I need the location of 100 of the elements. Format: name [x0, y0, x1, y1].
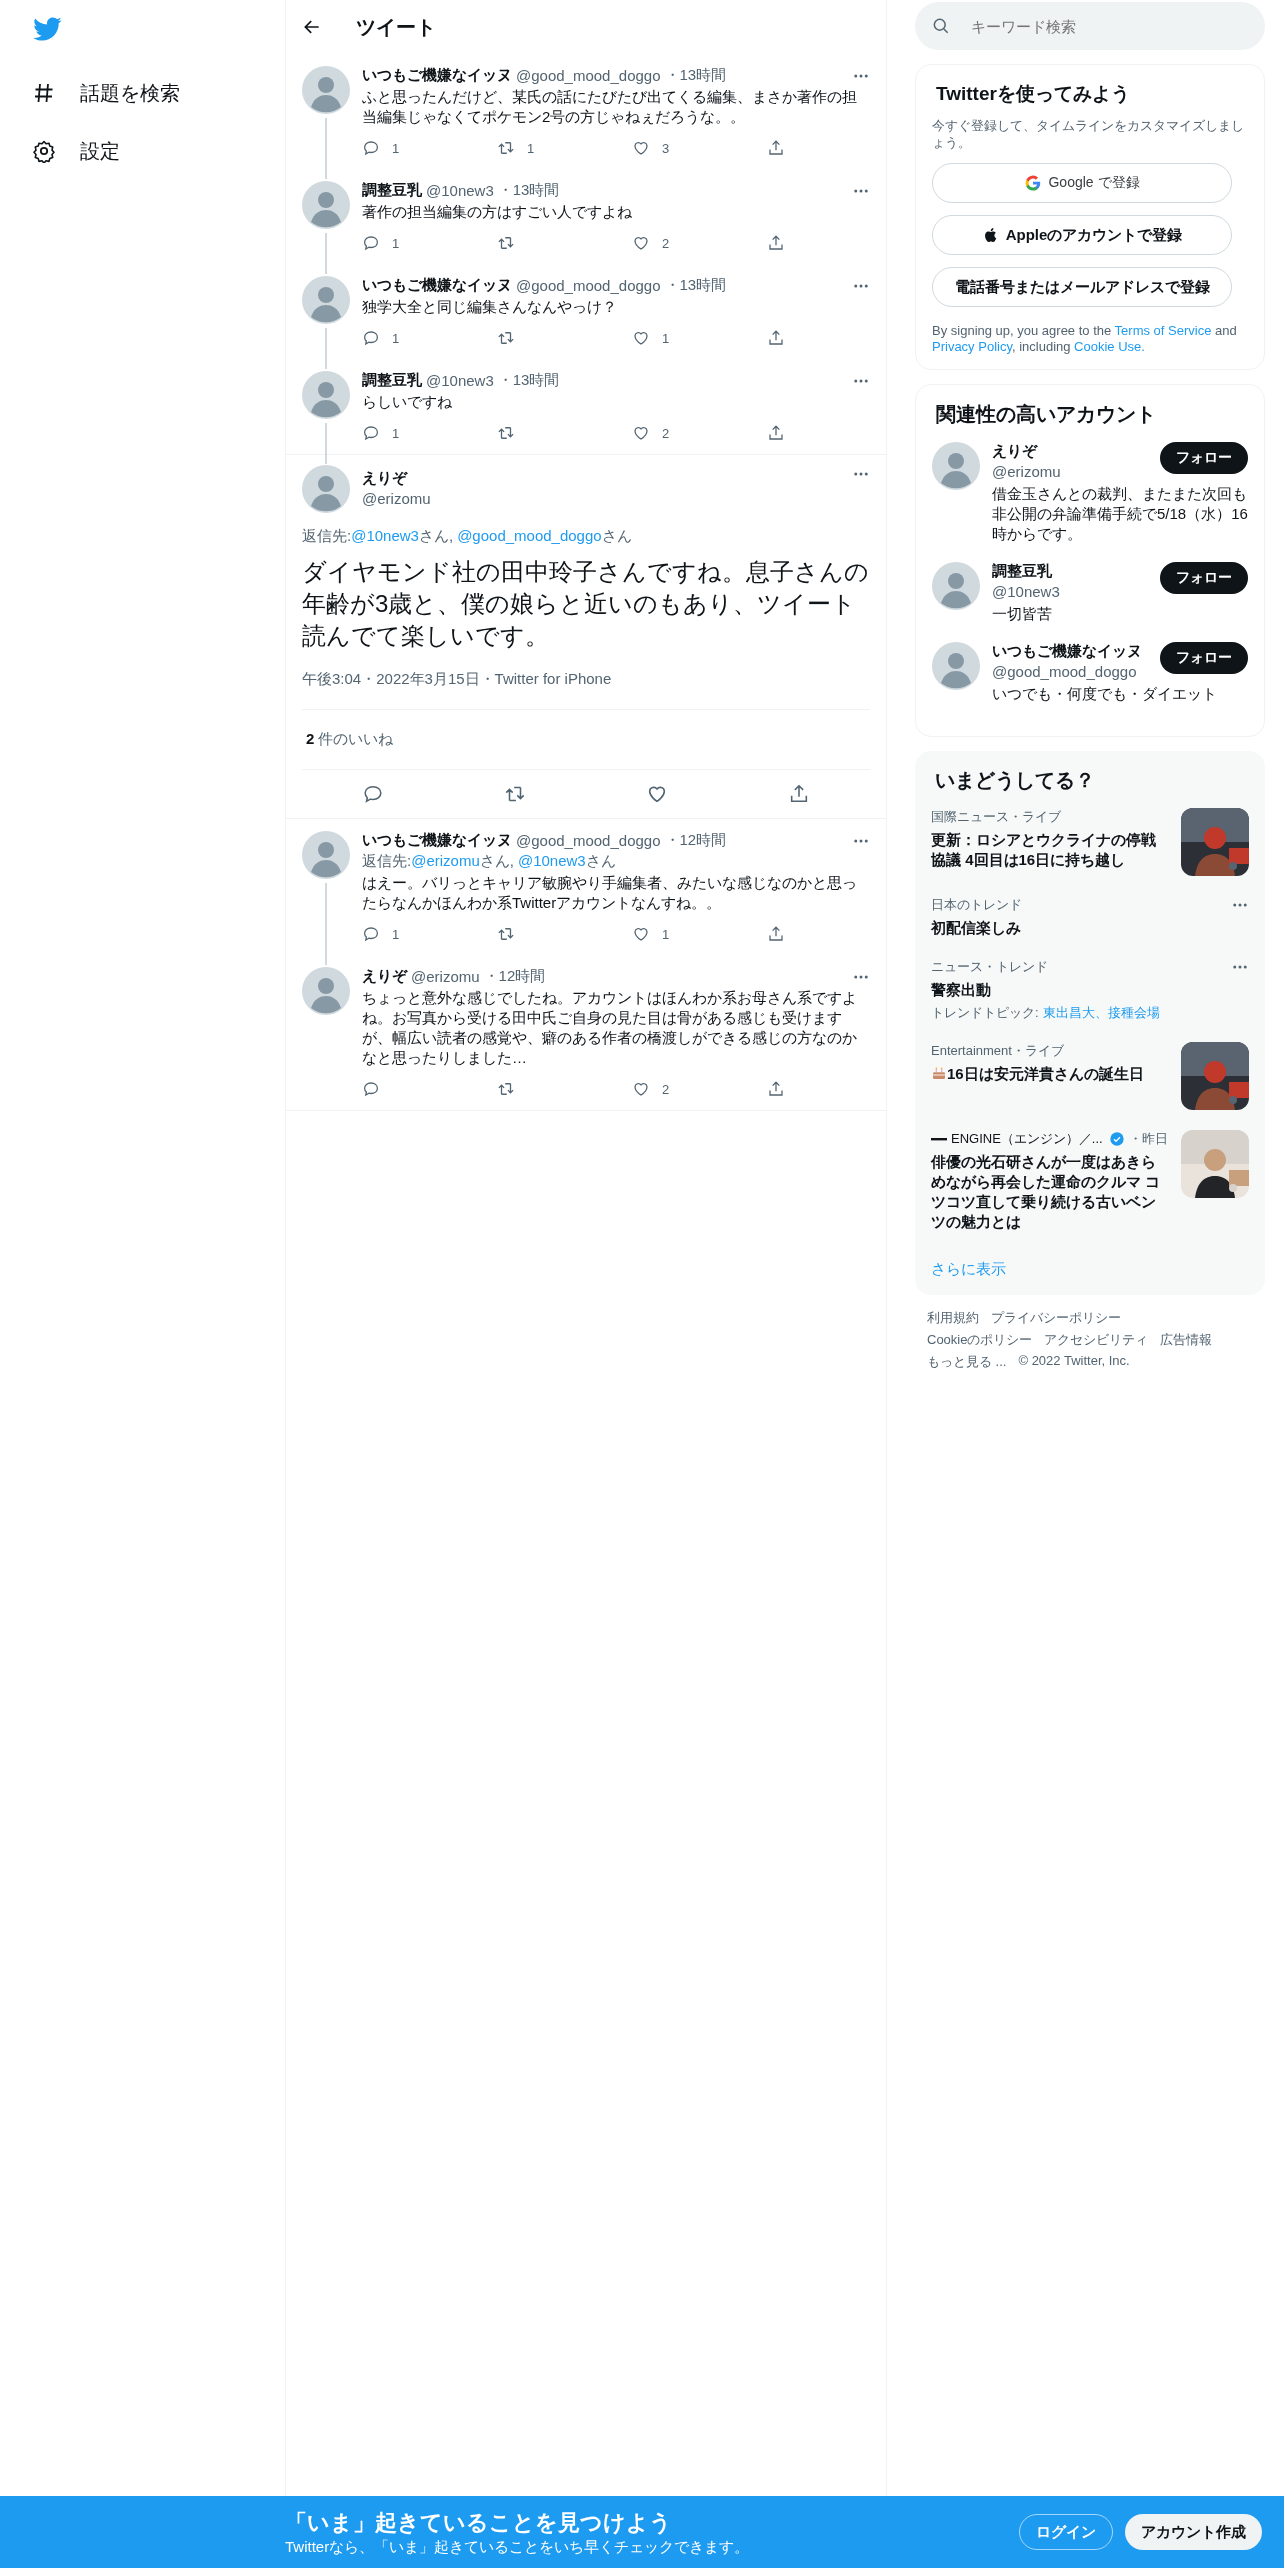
signup-button[interactable]: アカウント作成	[1125, 2514, 1262, 2550]
share-icon[interactable]	[767, 329, 785, 347]
legal-text: By signing up, you agree to the Terms of Service and Privacy Policy, including Cookie Use.	[932, 323, 1238, 355]
avatar[interactable]	[302, 181, 350, 229]
heart-icon[interactable]	[632, 925, 650, 943]
avatar[interactable]	[302, 66, 350, 114]
user-bio: いつでも・何度でも・ダイエット	[992, 684, 1218, 704]
avatar[interactable]	[302, 465, 350, 513]
user-name[interactable]: 調整豆乳	[362, 371, 422, 390]
footer-link[interactable]: Cookieのポリシー	[927, 1331, 1033, 1349]
user-name[interactable]: 調整豆乳	[992, 562, 1060, 581]
search-field[interactable]: キーワード検索	[915, 2, 1265, 50]
retweet-icon[interactable]	[497, 424, 515, 442]
banner-subtitle: Twitterなら、「いま」起きていることをいち早くチェックできます。	[285, 2537, 751, 2557]
heart-icon[interactable]	[632, 424, 650, 442]
trend-item[interactable]: 国際ニュース・ライブ 更新：ロシアとウクライナの停戦協議 4回目は16日に持ち越し	[931, 808, 1249, 876]
user-name[interactable]: いつもご機嫌なイッヌ	[362, 66, 512, 85]
tweet-time[interactable]: ・12時間	[483, 967, 546, 986]
avatar[interactable]	[932, 442, 980, 490]
avatar[interactable]	[302, 276, 350, 324]
user-handle: @10new3	[426, 372, 494, 389]
trend-item[interactable]: ENGINE（エンジン）／... ・昨日 俳優の光石研さんが一度はあきらめながら再会した運命のクルマ コツコツ直して乗り続ける古いベンツの魅力とは	[931, 1130, 1249, 1232]
user-bio: 一切皆苦	[992, 604, 1053, 624]
reply-icon[interactable]	[362, 329, 380, 347]
retweet-icon[interactable]	[497, 925, 515, 943]
user-name[interactable]: 調整豆乳	[362, 181, 422, 200]
avatar[interactable]	[302, 831, 350, 879]
google-logo-icon	[1024, 174, 1043, 192]
search-icon	[931, 16, 951, 36]
trend-item[interactable]: Entertainment・ライブ 16日は安元洋貴さんの誕生日	[931, 1042, 1249, 1110]
tweet-text: らしいですね	[362, 392, 453, 412]
share-icon[interactable]	[767, 1080, 785, 1098]
reply-icon[interactable]	[362, 925, 380, 943]
trend-category: ニュース・トレンド	[931, 958, 1048, 976]
share-icon[interactable]	[767, 424, 785, 442]
footer-link[interactable]: 利用規約	[927, 1309, 979, 1327]
share-icon[interactable]	[767, 234, 785, 252]
tweet-meta[interactable]: 午後3:04・2022年3月15日・Twitter for iPhone	[302, 670, 870, 710]
tweet-time[interactable]: ・13時間	[664, 66, 727, 85]
retweet-icon[interactable]	[497, 1080, 515, 1098]
tweet-time[interactable]: ・13時間	[497, 181, 560, 200]
heart-icon[interactable]	[632, 1080, 650, 1098]
banner-title: 「いま」起きていることを見つけよう	[285, 2508, 673, 2537]
follow-button[interactable]: フォロー	[1160, 642, 1248, 674]
like-label[interactable]: 件のいいね	[318, 730, 394, 749]
footer-link[interactable]: プライバシーポリシー	[991, 1309, 1121, 1327]
user-name[interactable]: えりぞ	[362, 967, 407, 986]
heart-icon[interactable]	[632, 139, 650, 157]
nav-item[interactable]: 話題を検索	[32, 64, 180, 122]
reply-icon[interactable]	[362, 1080, 380, 1098]
user-name[interactable]: いつもご機嫌なイッヌ	[362, 276, 512, 295]
user-name[interactable]: いつもご機嫌なイッヌ	[362, 831, 512, 850]
card-subtitle: 今すぐ登録して、タイムラインをカスタマイズしましょう。	[932, 117, 1245, 151]
trend-title: 警察出動	[931, 981, 991, 998]
trend-category: 国際ニュース・ライブ	[931, 808, 1061, 826]
signup-button[interactable]: Google で登録	[932, 163, 1232, 203]
reply-icon[interactable]	[362, 234, 380, 252]
like-count: 2	[662, 1081, 670, 1097]
tweet-time[interactable]: ・13時間	[497, 371, 560, 390]
reply-icon[interactable]	[362, 783, 384, 805]
avatar[interactable]	[932, 562, 980, 610]
mention-suffix: さん	[601, 527, 632, 544]
like-count[interactable]: 2	[306, 730, 315, 749]
trend-item[interactable]: ニュース・トレンド 警察出動 トレンドトピック: 東出昌大、接種会場	[931, 958, 1249, 1022]
signup-button[interactable]: Appleのアカウントで登録	[932, 215, 1232, 255]
reply-count: 1	[392, 140, 400, 156]
avatar[interactable]	[302, 967, 350, 1015]
footer-link[interactable]: 広告情報	[1160, 1331, 1213, 1349]
footer-link[interactable]: © 2022 Twitter, Inc.	[1018, 1353, 1130, 1371]
signup-button[interactable]: 電話番号またはメールアドレスで登録	[932, 267, 1232, 307]
hashtag-icon	[32, 81, 56, 105]
tweet-time[interactable]: ・12時間	[664, 831, 727, 850]
avatar[interactable]	[932, 642, 980, 690]
nav-item[interactable]: 設定	[32, 122, 120, 180]
trend-category: Entertainment・ライブ	[931, 1042, 1064, 1060]
share-icon[interactable]	[788, 783, 810, 805]
user-name[interactable]: えりぞ	[992, 442, 1061, 461]
mention-suffix: さん,	[479, 852, 514, 869]
reply-icon[interactable]	[362, 139, 380, 157]
mention-suffix: さん,	[418, 527, 454, 544]
user-name[interactable]: いつもご機嫌なイッヌ	[992, 642, 1142, 661]
trend-category: ENGINE（エンジン）／...	[951, 1130, 1103, 1148]
like-count: 1	[662, 330, 670, 346]
user-name[interactable]: えりぞ	[362, 469, 431, 488]
reply-icon[interactable]	[362, 424, 380, 442]
footer-link[interactable]: アクセシビリティ	[1044, 1331, 1149, 1349]
tweet-time[interactable]: ・13時間	[664, 276, 727, 295]
follow-button[interactable]: フォロー	[1160, 442, 1248, 474]
retweet-icon[interactable]	[497, 234, 515, 252]
card-title: いまどうしてる？	[935, 768, 1096, 793]
heart-icon[interactable]	[632, 234, 650, 252]
retweet-icon[interactable]	[497, 139, 515, 157]
share-icon[interactable]	[767, 925, 785, 943]
heart-icon[interactable]	[632, 329, 650, 347]
share-icon[interactable]	[767, 139, 785, 157]
avatar[interactable]	[302, 371, 350, 419]
trend-item[interactable]: 日本のトレンド 初配信楽しみ	[931, 896, 1249, 938]
follow-button[interactable]: フォロー	[1160, 562, 1248, 594]
footer-link[interactable]: もっと見る ...	[927, 1353, 1007, 1371]
retweet-icon[interactable]	[497, 329, 515, 347]
